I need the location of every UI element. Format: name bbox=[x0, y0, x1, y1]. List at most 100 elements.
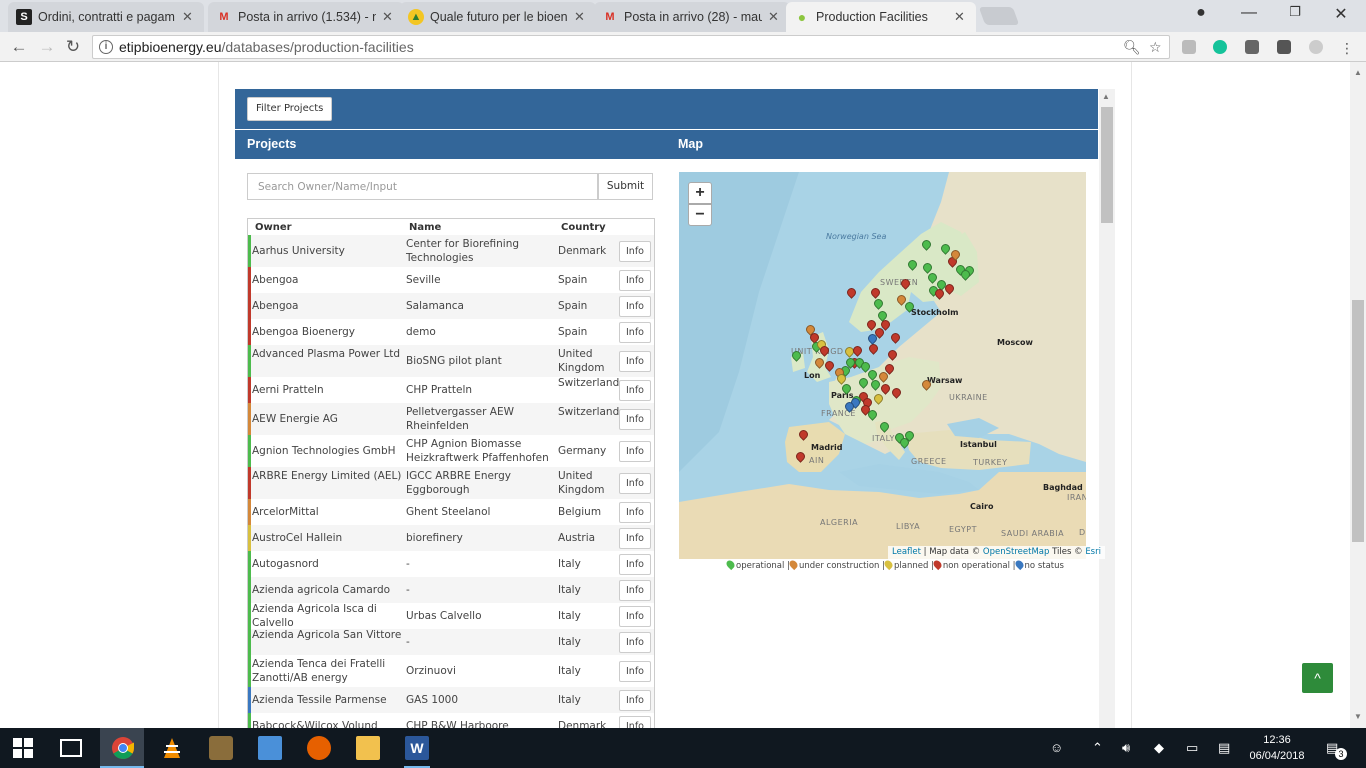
close-tab-icon[interactable]: ✕ bbox=[182, 9, 196, 25]
cell-owner: Abengoa bbox=[252, 273, 299, 286]
vlc-icon[interactable] bbox=[160, 736, 184, 760]
info-button[interactable]: Info bbox=[619, 440, 651, 462]
leaflet-link[interactable]: Leaflet bbox=[892, 547, 921, 557]
info-button[interactable]: Info bbox=[619, 295, 651, 317]
forward-icon[interactable]: → bbox=[36, 37, 58, 57]
scroll-down-icon[interactable]: ▼ bbox=[1354, 712, 1362, 721]
panel-scrollbar[interactable]: ▲ bbox=[1099, 89, 1115, 728]
filter-projects-button[interactable]: Filter Projects bbox=[247, 97, 333, 121]
cell-owner: AEW Energie AG bbox=[252, 412, 338, 425]
tab-production-facilities[interactable]: ● Production Facilities ✕ bbox=[786, 2, 976, 32]
info-button[interactable]: Info bbox=[619, 379, 651, 401]
computer-icon[interactable] bbox=[258, 736, 282, 760]
info-button[interactable]: Info bbox=[619, 579, 651, 601]
extension-icon[interactable] bbox=[1309, 40, 1323, 54]
address-bar[interactable]: i etipbioenergy.eu/databases/production-… bbox=[92, 35, 1170, 59]
close-tab-icon[interactable]: ✕ bbox=[768, 9, 782, 25]
table-row: Agnion Technologies GmbH CHP Agnion Bioma… bbox=[248, 435, 654, 467]
status-indicator bbox=[248, 319, 251, 345]
minimize-icon[interactable]: — bbox=[1234, 4, 1264, 22]
info-button[interactable]: Info bbox=[619, 660, 651, 682]
people-icon[interactable]: ☺ bbox=[1050, 740, 1063, 755]
new-tab-button[interactable] bbox=[978, 7, 1020, 25]
file-explorer-icon[interactable] bbox=[356, 736, 380, 760]
cell-country: United Kingdom bbox=[558, 469, 605, 497]
tab-bioenergy[interactable]: ▲ Quale futuro per le bioen ✕ bbox=[400, 2, 596, 32]
cell-name: Seville bbox=[406, 273, 441, 286]
tab-ordini[interactable]: S Ordini, contratti e pagam ✕ bbox=[8, 2, 204, 32]
close-tab-icon[interactable]: ✕ bbox=[954, 9, 968, 25]
tray-expand-icon[interactable]: ⌃ bbox=[1092, 740, 1103, 756]
back-to-top-button[interactable]: ^ bbox=[1302, 663, 1333, 693]
cell-country: Italy bbox=[558, 557, 581, 570]
info-button[interactable]: Info bbox=[619, 408, 651, 430]
cell-country: Italy bbox=[558, 664, 581, 677]
info-button[interactable]: Info bbox=[619, 269, 651, 291]
menu-kebab-icon[interactable]: ⋮ bbox=[1340, 40, 1354, 57]
status-indicator bbox=[248, 345, 251, 377]
info-button[interactable]: Info bbox=[619, 631, 651, 653]
info-button[interactable]: Info bbox=[619, 605, 651, 627]
scrollbar-thumb[interactable] bbox=[1101, 107, 1113, 223]
url-text[interactable]: etipbioenergy.eu/databases/production-fa… bbox=[119, 39, 414, 55]
column-country: Country bbox=[561, 222, 606, 233]
word-icon[interactable]: W bbox=[405, 736, 429, 760]
esri-link[interactable]: Esri bbox=[1085, 547, 1101, 557]
table-row: Azienda Tessile Parmense GAS 1000 Italy Inf… bbox=[248, 687, 654, 713]
close-window-icon[interactable]: ✕ bbox=[1326, 4, 1356, 24]
facilities-map[interactable]: Norwegian Sea SWEDEN Stockholm Moscow Wa… bbox=[679, 172, 1086, 559]
bookmark-star-icon[interactable]: ☆ bbox=[1149, 39, 1162, 56]
submit-button[interactable]: Submit bbox=[598, 173, 653, 200]
profile-icon[interactable]: ● bbox=[1186, 4, 1216, 22]
column-owner: Owner bbox=[255, 222, 292, 233]
status-indicator bbox=[248, 235, 251, 267]
volume-icon[interactable]: 🔊︎ bbox=[1122, 740, 1130, 756]
close-tab-icon[interactable]: ✕ bbox=[382, 9, 396, 25]
chrome-icon[interactable] bbox=[111, 736, 135, 760]
table-row: Abengoa Bioenergy demo Spain Info bbox=[248, 319, 654, 345]
zoom-out-button[interactable]: − bbox=[688, 204, 712, 226]
windows-start-icon[interactable] bbox=[13, 738, 33, 758]
tab-gmail-1[interactable]: M Posta in arrivo (1.534) - n ✕ bbox=[208, 2, 404, 32]
app-icon[interactable] bbox=[209, 736, 233, 760]
info-button[interactable]: Info bbox=[619, 472, 651, 494]
battery-icon[interactable]: ▭ bbox=[1186, 740, 1198, 756]
taskbar-clock[interactable]: 12:36 06/04/2018 bbox=[1246, 732, 1308, 764]
label-turkey: TURKEY bbox=[973, 458, 1008, 467]
search-input[interactable]: Search Owner/Name/Input bbox=[247, 173, 598, 200]
info-button[interactable]: Info bbox=[619, 553, 651, 575]
map-tiles[interactable] bbox=[679, 172, 1086, 559]
grammarly-extension-icon[interactable] bbox=[1213, 40, 1227, 54]
info-button[interactable]: Info bbox=[619, 689, 651, 711]
close-tab-icon[interactable]: ✕ bbox=[574, 9, 588, 25]
scroll-up-icon[interactable]: ▲ bbox=[1354, 68, 1362, 77]
page-scrollbar[interactable]: ▲ ▼ bbox=[1350, 62, 1366, 728]
firefox-icon[interactable] bbox=[307, 736, 331, 760]
info-button[interactable]: Info bbox=[619, 501, 651, 523]
zoom-icon[interactable]: 🔍︎ bbox=[1123, 39, 1141, 56]
restore-icon[interactable]: ❐ bbox=[1280, 4, 1310, 20]
dropbox-icon[interactable]: ◆ bbox=[1154, 740, 1164, 756]
network-icon[interactable]: ▤ bbox=[1218, 740, 1230, 756]
back-icon[interactable]: ← bbox=[8, 37, 30, 57]
pdf-extension-icon[interactable] bbox=[1182, 40, 1196, 54]
tab-gmail-2[interactable]: M Posta in arrivo (28) - mau ✕ bbox=[594, 2, 790, 32]
info-button[interactable]: Info bbox=[619, 240, 651, 262]
notes-extension-icon[interactable] bbox=[1245, 40, 1259, 54]
info-button[interactable]: Info bbox=[619, 715, 651, 728]
mail-extension-icon[interactable] bbox=[1277, 40, 1291, 54]
reload-icon[interactable]: ↻ bbox=[62, 37, 84, 57]
info-button[interactable]: Info bbox=[619, 527, 651, 549]
osm-link[interactable]: OpenStreetMap bbox=[983, 547, 1049, 557]
zoom-in-button[interactable]: + bbox=[688, 182, 712, 204]
status-indicator bbox=[248, 603, 251, 629]
info-button[interactable]: Info bbox=[619, 350, 651, 372]
cell-name: Orzinuovi bbox=[406, 664, 456, 677]
site-info-icon[interactable]: i bbox=[99, 40, 113, 54]
tab-label: Posta in arrivo (1.534) - n bbox=[238, 10, 376, 24]
scrollbar-thumb[interactable] bbox=[1352, 300, 1364, 542]
label-madrid: Madrid bbox=[811, 443, 843, 452]
info-button[interactable]: Info bbox=[619, 321, 651, 343]
task-view-icon[interactable] bbox=[60, 739, 82, 757]
scroll-up-icon[interactable]: ▲ bbox=[1102, 92, 1110, 101]
